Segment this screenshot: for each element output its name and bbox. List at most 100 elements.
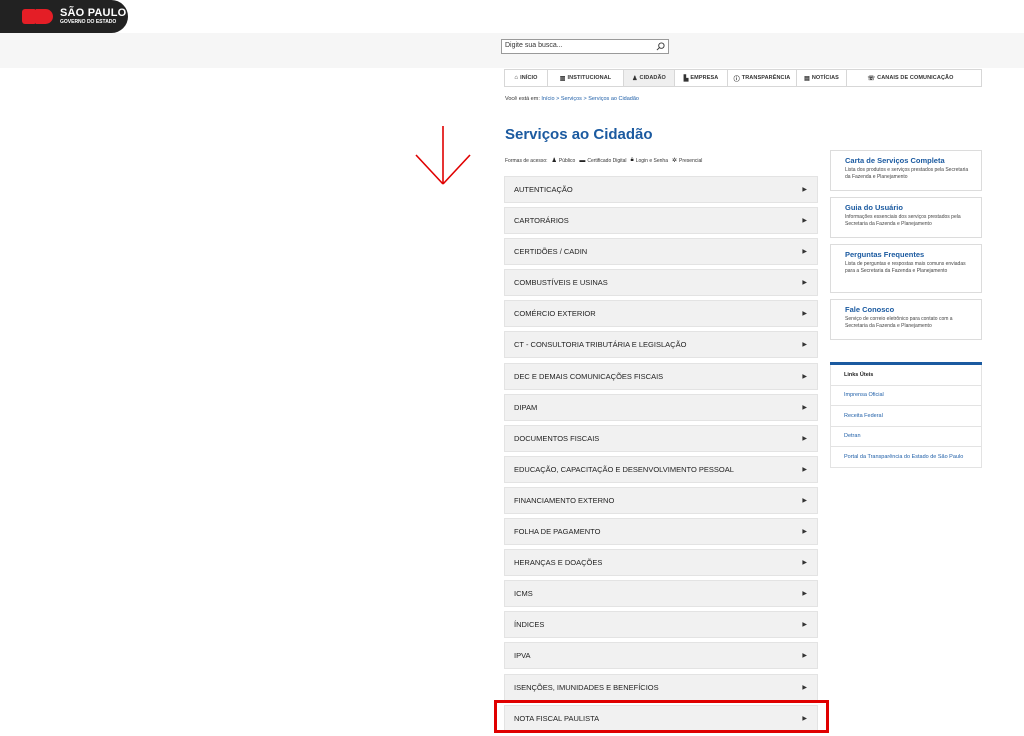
- chart-icon: ▙: [683, 75, 689, 82]
- brand-logo[interactable]: SÃO PAULO GOVERNO DO ESTADO: [0, 0, 128, 33]
- breadcrumb-link[interactable]: Início: [541, 96, 554, 102]
- search-icon[interactable]: [656, 42, 665, 51]
- service-category-label: CT - CONSULTORIA TRIBUTÁRIA E LEGISLAÇÃO: [514, 340, 687, 350]
- sidebar-card-description: Lista de perguntas e respostas mais comu…: [845, 261, 966, 274]
- caret-right-icon: ▶: [802, 560, 807, 567]
- sidebar-card[interactable]: Fale Conosco Serviço de correio eletrônic…: [830, 299, 982, 340]
- access-item: ▬ Certificado Digital: [579, 158, 626, 164]
- useful-link[interactable]: Receita Federal: [830, 406, 982, 427]
- service-category-row[interactable]: FOLHA DE PAGAMENTO ▶: [504, 518, 818, 546]
- top-bar: SÃO PAULO GOVERNO DO ESTADO: [0, 0, 1024, 33]
- service-category-label: EDUCAÇÃO, CAPACITAÇÃO E DESENVOLVIMENTO …: [514, 464, 734, 474]
- card-icon: ▬: [579, 157, 586, 164]
- service-category-label: COMBUSTÍVEIS E USINAS: [514, 278, 608, 288]
- service-category-label: HERANÇAS E DOAÇÕES: [514, 558, 603, 568]
- search-placeholder: Digite sua busca...: [505, 42, 563, 49]
- lock-icon: 🔒︎: [630, 157, 634, 163]
- breadcrumb-link[interactable]: Serviços: [561, 96, 582, 102]
- access-item-label: Público: [558, 157, 576, 164]
- service-category-row[interactable]: IPVA ▶: [504, 642, 818, 670]
- service-category-label: CARTORÁRIOS: [514, 216, 569, 226]
- caret-right-icon: ▶: [802, 249, 807, 256]
- sidebar-card-title[interactable]: Perguntas Frequentes: [845, 250, 971, 259]
- caret-right-icon: ▶: [802, 404, 807, 411]
- service-category-row[interactable]: ÍNDICES ▶: [504, 611, 818, 639]
- useful-links-title: Links Úteis: [830, 365, 982, 386]
- info-icon: ⓘ: [733, 76, 740, 83]
- service-category-row[interactable]: HERANÇAS E DOAÇÕES ▶: [504, 549, 818, 577]
- caret-right-icon: ▶: [802, 653, 807, 660]
- service-category-label: DEC E DEMAIS COMUNICAÇÕES FISCAIS: [514, 371, 664, 381]
- access-item: ✲ Presencial: [672, 157, 702, 165]
- home-icon: ⌂: [514, 75, 519, 81]
- service-category-label: DOCUMENTOS FISCAIS: [514, 433, 600, 443]
- service-category-row[interactable]: CERTIDÕES / CADIN ▶: [504, 238, 818, 266]
- service-category-label: ICMS: [514, 589, 533, 599]
- users-icon: ♟: [632, 75, 638, 82]
- nav-item-1[interactable]: ▥ INSTITUCIONAL: [548, 70, 624, 86]
- nav-label: INÍCIO: [520, 75, 538, 81]
- nav-label: EMPRESA: [690, 75, 719, 81]
- breadcrumb-separator: >: [583, 96, 587, 102]
- service-category-row[interactable]: ICMS ▶: [504, 580, 818, 608]
- service-category-label: IPVA: [514, 651, 531, 661]
- caret-right-icon: ▶: [802, 342, 807, 349]
- nav-item-3[interactable]: ▙ EMPRESA: [675, 70, 728, 86]
- newspaper-icon: ▤: [804, 75, 810, 82]
- service-category-row[interactable]: COMBUSTÍVEIS E USINAS ▶: [504, 269, 818, 297]
- caret-right-icon: ▶: [802, 591, 807, 598]
- sidebar-card-title[interactable]: Fale Conosco: [845, 305, 971, 314]
- breadcrumb-separator: >: [556, 96, 560, 102]
- access-item-label: Certificado Digital: [587, 157, 627, 164]
- caret-right-icon: ▶: [802, 373, 807, 380]
- service-category-row[interactable]: DIPAM ▶: [504, 393, 818, 421]
- service-category-row[interactable]: AUTENTICAÇÃO ▶: [504, 176, 818, 203]
- sidebar-card-description: Informações essenciais dos serviços pres…: [845, 214, 961, 227]
- service-category-row[interactable]: ISENÇÕES, IMUNIDADES E BENEFÍCIOS ▶: [504, 673, 818, 701]
- useful-link[interactable]: Detran: [830, 426, 982, 447]
- service-category-row[interactable]: DEC E DEMAIS COMUNICAÇÕES FISCAIS ▶: [504, 362, 818, 390]
- nav-item-4[interactable]: ⓘ TRANSPARÊNCIA: [728, 70, 797, 86]
- highlight-box: [494, 700, 829, 733]
- breadcrumb-prefix: Você está em:: [505, 96, 540, 102]
- brand-subtitle: GOVERNO DO ESTADO: [60, 19, 117, 25]
- nav-label: TRANSPARÊNCIA: [741, 75, 791, 81]
- access-item: 🔒︎ Login e Senha: [631, 157, 668, 164]
- sidebar-card-title[interactable]: Carta de Serviços Completa: [845, 156, 971, 165]
- nav-item-0[interactable]: ⌂ INÍCIO: [505, 70, 548, 86]
- breadcrumb: Você está em: Início > Serviços > Serviç…: [505, 96, 639, 102]
- service-category-row[interactable]: EDUCAÇÃO, CAPACITAÇÃO E DESENVOLVIMENTO …: [504, 455, 818, 483]
- service-category-row[interactable]: CARTORÁRIOS ▶: [504, 207, 818, 235]
- sidebar-card[interactable]: Perguntas Frequentes Lista de perguntas e…: [830, 244, 982, 293]
- services-list: AUTENTICAÇÃO ▶ CARTORÁRIOS ▶ CERTIDÕES / CAD…: [504, 176, 818, 736]
- caret-right-icon: ▶: [802, 684, 807, 691]
- service-category-label: DIPAM: [514, 402, 538, 412]
- access-item: ♟ Público: [552, 157, 576, 165]
- page-title: Serviços ao Cidadão: [505, 126, 653, 143]
- sidebar-card-description: Serviço de correio eletrônico para conta…: [845, 316, 953, 329]
- useful-link[interactable]: Portal da Transparência do Estado de São…: [830, 447, 982, 468]
- building-icon: ▥: [559, 75, 566, 82]
- nav-item-2[interactable]: ♟ CIDADÃO: [624, 70, 675, 86]
- main-nav: ⌂ INÍCIO ▥ INSTITUCIONAL ♟ CIDADÃO ▙ EMPRESA ⓘ TR…: [504, 69, 982, 87]
- service-category-label: FOLHA DE PAGAMENTO: [514, 527, 601, 537]
- service-category-label: FINANCIAMENTO EXTERNO: [514, 495, 615, 505]
- service-category-label: ÍNDICES: [514, 620, 545, 630]
- phone-icon: ☏: [867, 75, 876, 82]
- nav-label: CIDADÃO: [639, 75, 666, 81]
- sidebar-card[interactable]: Guia do Usuário Informações essenciais do…: [830, 197, 982, 238]
- useful-link[interactable]: Imprensa Oficial: [830, 385, 982, 406]
- service-category-row[interactable]: FINANCIAMENTO EXTERNO ▶: [504, 486, 818, 514]
- service-category-row[interactable]: CT - CONSULTORIA TRIBUTÁRIA E LEGISLAÇÃO…: [504, 331, 818, 359]
- sidebar-card-title[interactable]: Guia do Usuário: [845, 203, 971, 212]
- nav-item-5[interactable]: ▤ NOTÍCIAS: [797, 70, 847, 86]
- service-category-label: ISENÇÕES, IMUNIDADES E BENEFÍCIOS: [514, 682, 659, 692]
- nav-item-6[interactable]: ☏ CANAIS DE COMUNICAÇÃO: [847, 70, 974, 86]
- sidebar-card[interactable]: Carta de Serviços Completa Lista dos prod…: [830, 150, 982, 191]
- access-methods: Formas de acesso: ♟ Público ▬ Certificado Di…: [505, 157, 702, 164]
- service-category-row[interactable]: COMÉRCIO EXTERIOR ▶: [504, 300, 818, 328]
- service-category-row[interactable]: DOCUMENTOS FISCAIS ▶: [504, 424, 818, 452]
- caret-right-icon: ▶: [802, 280, 807, 287]
- breadcrumb-link[interactable]: Serviços ao Cidadão: [588, 96, 639, 102]
- search-input[interactable]: Digite sua busca...: [501, 39, 669, 54]
